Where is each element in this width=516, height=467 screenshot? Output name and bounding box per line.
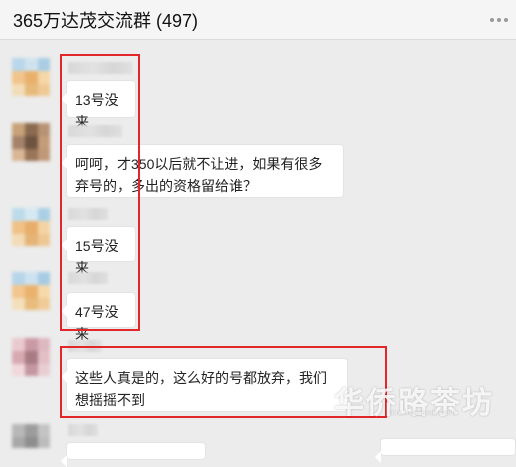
highlight-box [60,54,140,331]
avatar[interactable] [12,58,50,96]
avatar[interactable] [12,424,50,448]
message-bubble [61,442,206,467]
avatar[interactable] [12,338,50,376]
sender-name [68,424,98,436]
avatar[interactable] [12,272,50,310]
watermark-url: bbs.huaqiaolu.com [388,408,456,417]
group-title: 365万达茂交流群 (497) [13,11,199,31]
message-bubble [375,438,516,463]
more-options-icon[interactable] [490,12,508,28]
message-list[interactable]: 13号没来 呵呵，才350以后就不让进，如果有很多弃号的，多出的资格留给谁？ 1… [0,40,516,467]
avatar[interactable] [12,123,50,161]
chat-title-bar: 365万达茂交流群 (497) [0,0,516,40]
avatar[interactable] [12,208,50,246]
